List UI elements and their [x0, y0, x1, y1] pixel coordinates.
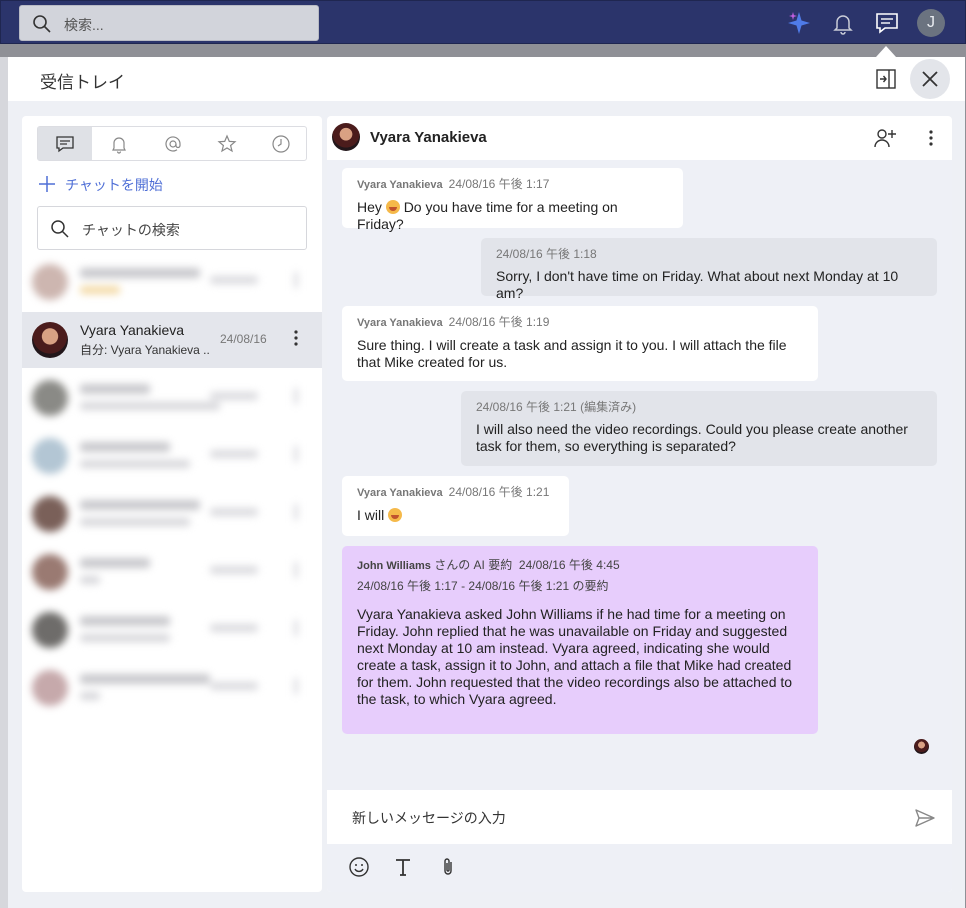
- chat-list: チャットを開始 チャットの検索 Vyara Yanakieva 自分: Vyar…: [22, 116, 322, 892]
- message-text: Hey: [357, 199, 382, 215]
- chat-list-tabs: [37, 126, 307, 161]
- at-icon: [165, 136, 181, 152]
- tab-recent[interactable]: [254, 127, 308, 160]
- summary-range: 24/08/16 午後 1:17 - 24/08/16 午後 1:21 の要約: [357, 579, 609, 593]
- search-icon: [33, 15, 51, 33]
- message-bubble[interactable]: Vyara Yanakieva 24/08/16 午後 1:19 Sure thi…: [342, 306, 818, 381]
- list-item[interactable]: [22, 428, 322, 484]
- inbox-panel: 受信トレイ チャットを開始 チャットの検索 Vyara Yanakieva 自分…: [8, 57, 965, 908]
- clock-icon: [272, 135, 290, 153]
- message-time: 24/08/16 午後 1:18: [496, 247, 597, 261]
- background-page: [0, 57, 8, 908]
- search-icon: [51, 220, 69, 238]
- summary-time: 24/08/16 午後 4:45: [518, 558, 620, 572]
- summary-author: John Williams: [357, 560, 431, 572]
- chat-item-date: 24/08/16: [220, 332, 267, 346]
- composer-toolbar: [327, 844, 952, 892]
- message-input[interactable]: 新しいメッセージの入力: [352, 808, 506, 828]
- grin-emoji-icon: [385, 200, 400, 214]
- conversation-header: Vyara Yanakieva: [327, 116, 952, 160]
- top-bar: 検索... J: [0, 0, 966, 44]
- tab-favorites[interactable]: [200, 127, 254, 160]
- emoji-icon[interactable]: [348, 856, 370, 878]
- copilot-sparkle-icon[interactable]: [785, 9, 813, 37]
- tab-notifications[interactable]: [92, 127, 146, 160]
- chat-item-name: Vyara Yanakieva: [80, 322, 185, 338]
- message-author: Vyara Yanakieva: [357, 179, 443, 191]
- ai-summary-card[interactable]: John Williams さんの AI 要約 24/08/16 午後 4:45…: [342, 546, 818, 734]
- chat-search-placeholder: チャットの検索: [82, 222, 180, 238]
- more-options-icon[interactable]: [925, 128, 937, 148]
- user-avatar[interactable]: J: [917, 9, 945, 37]
- conversation-pane: Vyara Yanakieva Vyara Yanakieva 24/08/16 …: [327, 116, 952, 892]
- close-button[interactable]: [910, 59, 950, 99]
- grin-emoji-icon: [388, 508, 403, 522]
- panel-title: 受信トレイ: [40, 73, 125, 92]
- more-options-icon[interactable]: [290, 328, 302, 348]
- bell-icon: [112, 137, 126, 154]
- chat-item-preview: 自分: Vyara Yanakieva ...: [80, 343, 210, 357]
- list-item[interactable]: [22, 544, 322, 600]
- chat-search-input[interactable]: チャットの検索: [37, 206, 307, 250]
- message-bubble[interactable]: 24/08/16 午後 1:21 (編集済み) I will also need…: [461, 391, 937, 466]
- chat-icon: [56, 136, 74, 153]
- star-icon: [217, 134, 237, 153]
- list-item[interactable]: [22, 486, 322, 542]
- text-format-icon[interactable]: [392, 856, 414, 878]
- message-bubble[interactable]: Vyara Yanakieva 24/08/16 午後 1:21 I will: [342, 476, 569, 536]
- panel-header: 受信トレイ: [8, 57, 965, 101]
- summary-text: Vyara Yanakieva asked John Williams if h…: [357, 606, 793, 707]
- message-text: I will: [357, 507, 385, 523]
- message-text: I will also need the video recordings. C…: [476, 421, 908, 454]
- popover-caret: [876, 46, 896, 57]
- message-time: 24/08/16 午後 1:21: [448, 485, 550, 499]
- search-placeholder: 検索...: [64, 17, 104, 33]
- message-text: Sorry, I don't have time on Friday. What…: [496, 268, 899, 301]
- message-bubble[interactable]: Vyara Yanakieva 24/08/16 午後 1:17 Hey Do y…: [342, 168, 683, 232]
- plus-icon: [39, 176, 55, 192]
- bell-icon[interactable]: [829, 9, 857, 37]
- tab-mentions[interactable]: [146, 127, 200, 160]
- list-item[interactable]: [22, 660, 322, 716]
- summary-label: さんの AI 要約: [434, 558, 513, 572]
- message-time: 24/08/16 午後 1:19: [448, 315, 550, 329]
- open-in-page-icon[interactable]: [874, 67, 898, 91]
- message-composer: 新しいメッセージの入力: [327, 790, 952, 892]
- chat-item-vyara[interactable]: Vyara Yanakieva 自分: Vyara Yanakieva ... …: [22, 312, 322, 368]
- message-time: 24/08/16 午後 1:17: [448, 177, 550, 191]
- list-item[interactable]: [22, 370, 322, 426]
- message-bubble[interactable]: 24/08/16 午後 1:18 Sorry, I don't have tim…: [481, 238, 937, 301]
- contact-name[interactable]: Vyara Yanakieva: [370, 129, 487, 146]
- list-item[interactable]: [22, 254, 322, 310]
- message-author: Vyara Yanakieva: [357, 487, 443, 499]
- read-receipt-avatar: [914, 739, 929, 754]
- list-item[interactable]: [22, 602, 322, 658]
- tab-chats[interactable]: [38, 127, 92, 160]
- message-author: Vyara Yanakieva: [357, 317, 443, 329]
- global-search-input[interactable]: 検索...: [19, 5, 319, 41]
- avatar: [32, 322, 68, 358]
- attachment-icon[interactable]: [437, 856, 459, 878]
- start-chat-label: チャットを開始: [65, 177, 163, 193]
- message-icon[interactable]: [873, 9, 901, 37]
- message-time: 24/08/16 午後 1:21 (編集済み): [476, 400, 637, 414]
- close-icon: [922, 71, 938, 87]
- message-text: Sure thing. I will create a task and ass…: [357, 337, 787, 370]
- avatar[interactable]: [332, 123, 360, 151]
- send-icon[interactable]: [914, 807, 936, 829]
- add-user-icon[interactable]: [873, 126, 897, 150]
